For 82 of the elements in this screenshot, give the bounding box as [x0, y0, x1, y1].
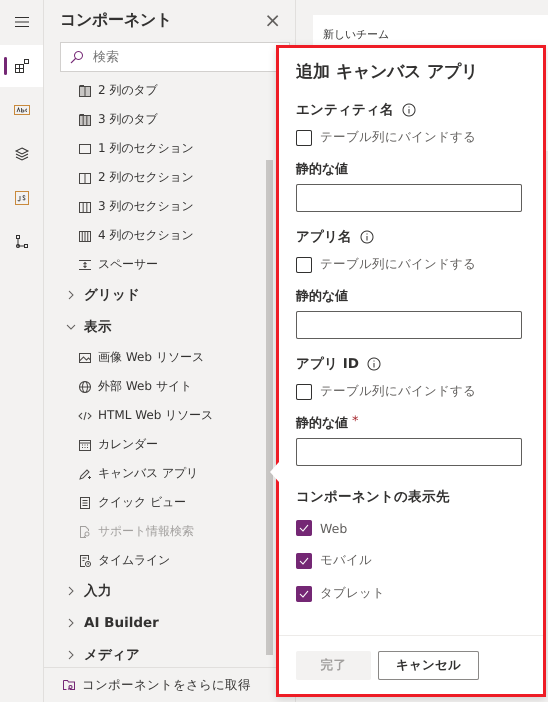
script-file-icon: [14, 190, 30, 206]
checkbox-label: Web: [320, 520, 348, 536]
component-item[interactable]: 外部 Web サイト: [44, 372, 295, 401]
component-item[interactable]: HTML Web リソース: [44, 401, 295, 430]
checkbox-label: テーブル列にバインドする: [320, 256, 476, 273]
columns-icon: [78, 170, 92, 184]
group-header[interactable]: メディア: [44, 639, 295, 667]
component-item[interactable]: 2 列のセクション: [44, 163, 295, 192]
columns-icon: [78, 112, 92, 126]
checkbox-label: タブレット: [320, 585, 385, 602]
component-item[interactable]: 3 列のタブ: [44, 105, 295, 134]
chevron-right-icon: [66, 586, 76, 596]
info-icon[interactable]: [360, 230, 374, 244]
required-mark: *: [352, 414, 358, 431]
dialog-title: 追加 キャンバス アプリ: [296, 61, 479, 83]
component-item[interactable]: タイムライン: [44, 546, 295, 575]
component-item[interactable]: 1 列のセクション: [44, 134, 295, 163]
image-icon: [78, 350, 92, 364]
chevron-down-icon: [66, 322, 76, 332]
scrollbar-thumb[interactable]: [266, 160, 273, 655]
section-title: コンポーネントの表示先: [296, 488, 451, 506]
tree-icon: [14, 234, 30, 250]
cancel-button[interactable]: キャンセル: [378, 650, 479, 680]
field-label: アプリ ID: [296, 355, 359, 373]
pencil-icon: [78, 466, 92, 480]
component-item[interactable]: カレンダー: [44, 430, 295, 459]
document-search-icon: [78, 524, 92, 538]
field-label: エンティティ名: [296, 101, 394, 119]
checkbox-label: モバイル: [320, 552, 372, 569]
columns-icon: [78, 84, 92, 98]
check-icon: [298, 522, 310, 534]
group-header[interactable]: 入力: [44, 575, 295, 607]
components-icon: [14, 58, 30, 74]
checkbox[interactable]: [296, 130, 312, 146]
field-label: 静的な値: [296, 161, 348, 178]
rail-button[interactable]: [0, 45, 43, 87]
checkbox-label: テーブル列にバインドする: [320, 129, 476, 146]
component-item[interactable]: 画像 Web リソース: [44, 343, 295, 372]
component-item[interactable]: キャンバス アプリ: [44, 459, 295, 488]
group-header[interactable]: 表示: [44, 311, 295, 343]
checkbox[interactable]: [296, 586, 312, 602]
component-item[interactable]: スペーサー: [44, 250, 295, 279]
spacer-icon: [78, 258, 92, 272]
panel-title: コンポーネント: [60, 10, 172, 30]
checkbox[interactable]: [296, 256, 312, 272]
search-field[interactable]: 検索: [60, 42, 290, 72]
close-button[interactable]: ×: [264, 8, 281, 32]
text-box-icon: [14, 102, 30, 118]
group-header[interactable]: AI Builder: [44, 607, 295, 639]
field-label: 静的な値: [296, 415, 348, 432]
component-item[interactable]: 4 列のセクション: [44, 221, 295, 250]
info-icon[interactable]: [366, 357, 381, 371]
folder-icon: [62, 678, 76, 692]
get-more-link[interactable]: コンポーネントをさらに取得: [62, 676, 251, 694]
input-field[interactable]: [296, 438, 522, 466]
search-icon: [70, 50, 84, 64]
chevron-right-icon: [66, 290, 76, 300]
menu-icon: [14, 14, 30, 30]
chevron-right-icon: [66, 650, 76, 660]
input-field[interactable]: [296, 311, 522, 339]
checkbox[interactable]: [296, 520, 312, 536]
input-field[interactable]: [296, 184, 522, 212]
group-header[interactable]: グリッド: [44, 279, 295, 311]
info-icon[interactable]: [402, 103, 416, 117]
checkbox-label: テーブル列にバインドする: [320, 383, 476, 400]
layers-icon: [14, 146, 30, 162]
card-title: 新しいチーム: [323, 28, 389, 41]
field-label: アプリ名: [296, 228, 352, 246]
columns-icon: [78, 228, 92, 242]
component-item[interactable]: クイック ビュー: [44, 488, 295, 517]
columns-icon: [78, 200, 92, 214]
chevron-right-icon: [66, 618, 76, 628]
list-icon: [78, 496, 92, 510]
checkbox[interactable]: [296, 552, 312, 568]
square-icon: [78, 142, 92, 156]
field-label: 静的な値: [296, 288, 348, 305]
timeline-icon: [78, 554, 92, 568]
calendar-icon: [78, 438, 92, 452]
component-item[interactable]: 2 列のタブ: [44, 76, 295, 105]
component-item[interactable]: 3 列のセクション: [44, 192, 295, 221]
globe-icon: [78, 380, 92, 394]
checkbox[interactable]: [296, 384, 312, 400]
